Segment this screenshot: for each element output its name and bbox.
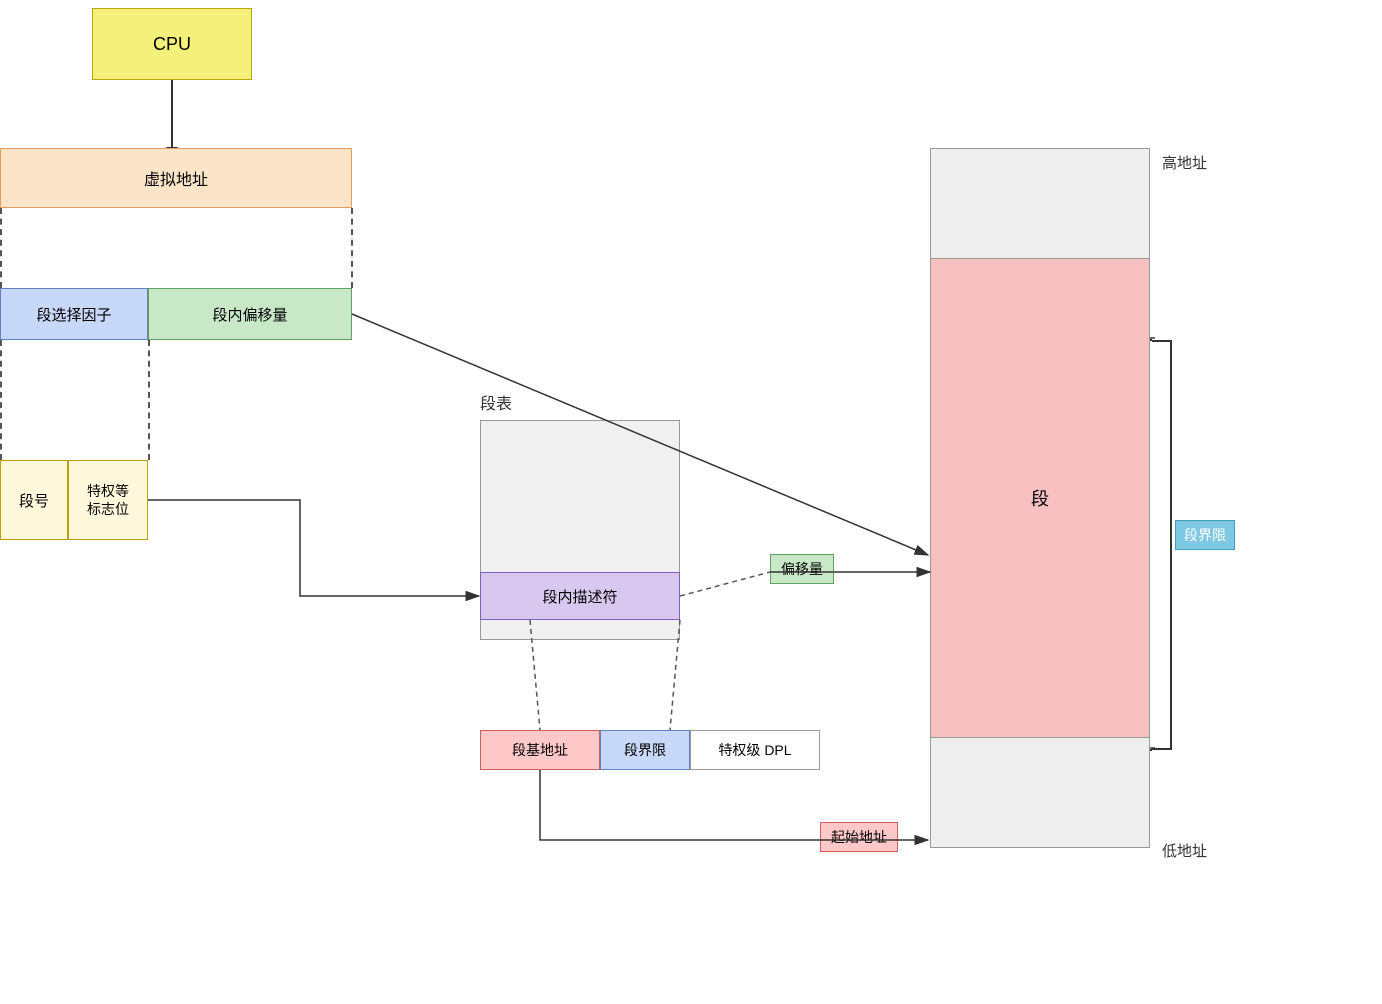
seg-selector-box: 段选择因子 — [0, 288, 148, 340]
seg-num-box: 段号 — [0, 460, 68, 540]
seg-offset-box: 段内偏移量 — [148, 288, 352, 340]
seg-offset-label: 段内偏移量 — [212, 304, 287, 325]
seg-descriptor-label: 段内描述符 — [542, 586, 617, 607]
seg-table-label: 段表 — [480, 390, 512, 414]
dashed-v1 — [0, 208, 2, 288]
dpl-box: 特权级 DPL — [690, 730, 820, 770]
arrow-cpu-down — [171, 80, 173, 148]
dashed-v2 — [351, 208, 353, 288]
seg-limit-brace — [1152, 340, 1172, 750]
seg-descriptor-row: 段内描述符 — [480, 572, 680, 620]
memory-segment: 段 — [931, 258, 1149, 738]
seg-limit-seg-table: 段界限 — [600, 730, 690, 770]
dashed-v3 — [0, 340, 2, 460]
virtual-addr-label: 虚拟地址 — [144, 166, 208, 190]
cpu-box: CPU — [92, 8, 252, 80]
memory-top — [931, 149, 1149, 258]
offset-badge: 偏移量 — [770, 554, 834, 584]
seg-selector-label: 段选择因子 — [36, 304, 111, 325]
seg-limit-label-right: 段界限 — [1175, 520, 1235, 550]
low-addr-label: 低地址 — [1162, 840, 1207, 861]
priv-flag-box: 特权等标志位 — [68, 460, 148, 540]
dashed-v4 — [148, 340, 150, 460]
seg-num-label: 段号 — [19, 490, 49, 511]
virtual-addr-box: 虚拟地址 — [0, 148, 352, 208]
memory-container: 段 — [930, 148, 1150, 848]
start-addr-badge: 起始地址 — [820, 822, 898, 852]
priv-flag-label: 特权等标志位 — [87, 482, 129, 518]
cpu-label: CPU — [153, 34, 191, 55]
memory-bottom — [931, 738, 1149, 847]
diagram: CPU 虚拟地址 段选择因子 段内偏移量 段号 特权等标志位 段表 段内描述符 … — [0, 0, 1382, 1004]
high-addr-label: 高地址 — [1162, 152, 1207, 173]
seg-base-addr-box: 段基地址 — [480, 730, 600, 770]
